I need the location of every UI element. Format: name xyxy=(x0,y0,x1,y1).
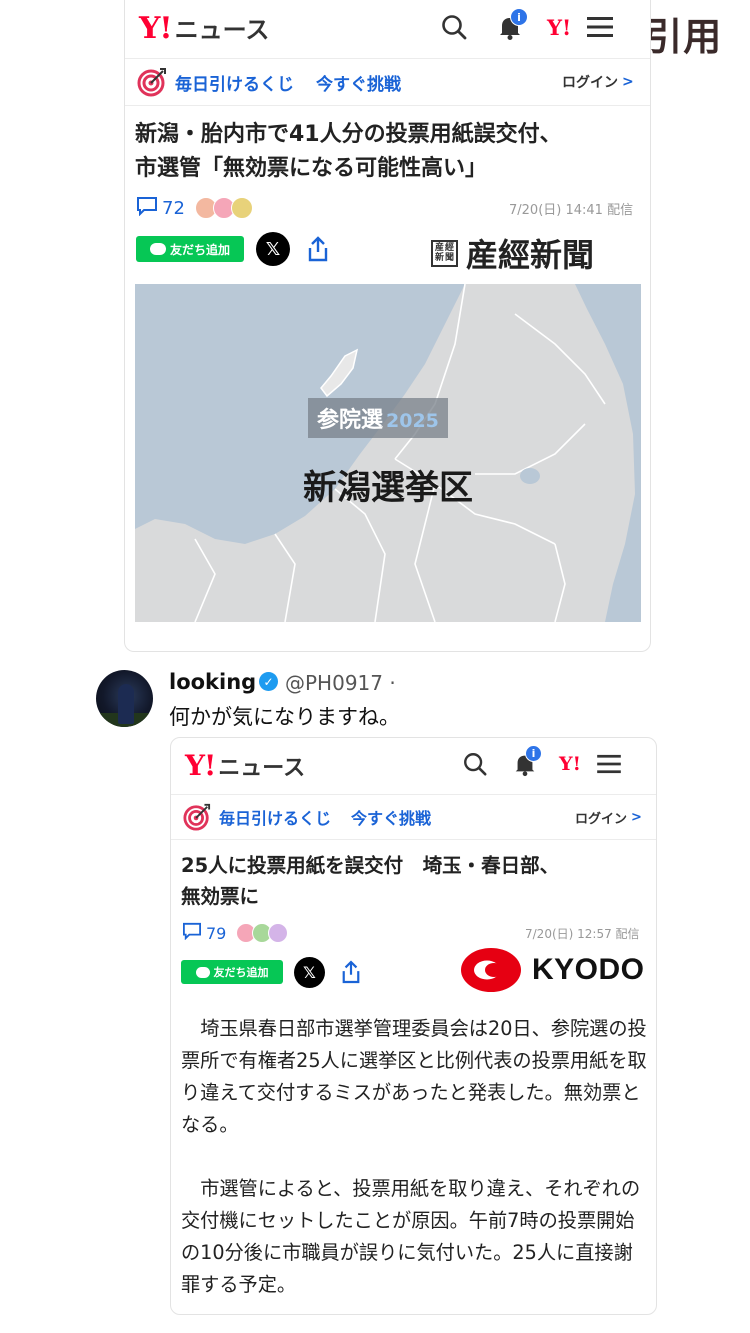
headline[interactable]: 25人に投票用紙を誤交付 埼玉・春日部、 無効票に xyxy=(181,850,559,912)
yahoo-news-logo[interactable]: Y! ニュース xyxy=(139,10,269,46)
share-icon[interactable] xyxy=(338,956,364,988)
sankei-seal: 産經 新聞 xyxy=(431,239,459,267)
line-add-friend-button[interactable]: 友だち追加 xyxy=(136,236,244,262)
article-body: 埼玉県春日部市選挙管理委員会は20日、参院選の投票所で有権者25人に選挙区と比例… xyxy=(181,1013,651,1314)
kuji-banner[interactable]: 毎日引けるくじ 今すぐ挑戦 ログイン > xyxy=(125,58,650,106)
login-link[interactable]: ログイン > xyxy=(575,808,642,827)
chevron-right-icon: > xyxy=(631,809,642,825)
chevron-right-icon: > xyxy=(622,74,634,90)
election-tag: 参院選 2025 xyxy=(308,398,448,438)
niigata-map-image[interactable]: 参院選 2025 新潟選挙区 xyxy=(135,284,641,622)
reaction-faces xyxy=(189,197,253,219)
share-icon[interactable] xyxy=(304,232,332,266)
comment-count[interactable]: 79 xyxy=(182,922,226,944)
kyodo-mark-icon xyxy=(460,947,522,993)
avatar[interactable] xyxy=(96,670,153,727)
target-icon xyxy=(137,67,167,97)
article-paragraph: 埼玉県春日部市選挙管理委員会は20日、参院選の投票所で有権者25人に選挙区と比例… xyxy=(181,1017,647,1136)
login-link[interactable]: ログイン > xyxy=(562,72,634,92)
notification-badge: i xyxy=(510,8,528,26)
kuji-cta[interactable]: 今すぐ挑戦 xyxy=(351,805,431,829)
menu-icon[interactable] xyxy=(585,10,615,44)
line-add-friend-button[interactable]: 友だち追加 xyxy=(181,960,283,984)
yahoo-news-header: Y! ニュース i Y! xyxy=(171,740,656,790)
search-icon[interactable] xyxy=(437,10,471,44)
target-icon xyxy=(183,803,211,831)
headline[interactable]: 新潟・胎内市で41人分の投票用紙誤交付、 市選管「無効票になる可能性高い」 xyxy=(135,118,562,186)
search-icon[interactable] xyxy=(459,748,491,780)
kuji-label: 毎日引けるくじ xyxy=(175,74,294,95)
yahoo-home-icon[interactable]: Y! xyxy=(559,753,581,775)
bell-icon[interactable]: i xyxy=(493,8,528,44)
article-card-kyodo: Y! ニュース i Y! 毎日引けるくじ 今すぐ挑戦 ログイン > 25人に投票… xyxy=(170,737,657,1315)
comment-icon xyxy=(182,922,202,944)
menu-icon[interactable] xyxy=(595,748,623,780)
article-card-sankei: Y! ニュース i Y! 毎日引けるくじ 今すぐ挑戦 ログイン > 新潟・胎内市… xyxy=(124,0,651,652)
sankei-logo[interactable]: 産經 新聞 産經新聞 xyxy=(431,230,594,276)
tweet-author-name[interactable]: looking xyxy=(169,670,256,694)
yahoo-home-icon[interactable]: Y! xyxy=(547,15,571,40)
article-paragraph: 市選管によると、投票用紙を取り違え、それぞれの交付機にセットしたことが原因。午前… xyxy=(181,1177,641,1296)
reaction-faces xyxy=(230,923,289,943)
x-share-icon[interactable]: 𝕏 xyxy=(294,956,325,988)
line-icon xyxy=(195,966,210,978)
publish-date: 7/20(日) 14:41 配信 xyxy=(509,202,634,218)
publish-date: 7/20(日) 12:57 配信 xyxy=(525,926,640,941)
kuji-banner[interactable]: 毎日引けるくじ 今すぐ挑戦 ログイン > xyxy=(171,794,656,840)
bell-icon[interactable]: i xyxy=(509,745,542,780)
yahoo-news-header: Y! ニュース i Y! xyxy=(125,4,650,52)
verified-badge-icon: ✓ xyxy=(259,672,278,691)
line-icon xyxy=(149,243,166,255)
kuji-cta[interactable]: 今すぐ挑戦 xyxy=(316,70,401,95)
tweet-author-handle[interactable]: @PH0917 · xyxy=(285,671,396,695)
kuji-label: 毎日引けるくじ xyxy=(219,809,332,828)
comment-icon xyxy=(136,196,158,221)
comment-count[interactable]: 72 xyxy=(136,196,185,221)
map-title: 新潟選挙区 xyxy=(303,468,473,508)
notification-badge: i xyxy=(525,745,542,762)
publisher-name: 産經新聞 xyxy=(466,236,595,274)
x-share-icon[interactable]: 𝕏 xyxy=(256,232,290,266)
yahoo-news-logo[interactable]: Y! ニュース xyxy=(185,749,305,782)
kyodo-logo[interactable]: KYODO xyxy=(460,947,645,993)
tweet-text: 何かが気になりますね。 xyxy=(169,705,400,729)
publisher-name: KYODO xyxy=(532,953,645,986)
quote-tweet[interactable]: looking ✓ @PH0917 · 何かが気になりますね。 xyxy=(96,664,736,734)
